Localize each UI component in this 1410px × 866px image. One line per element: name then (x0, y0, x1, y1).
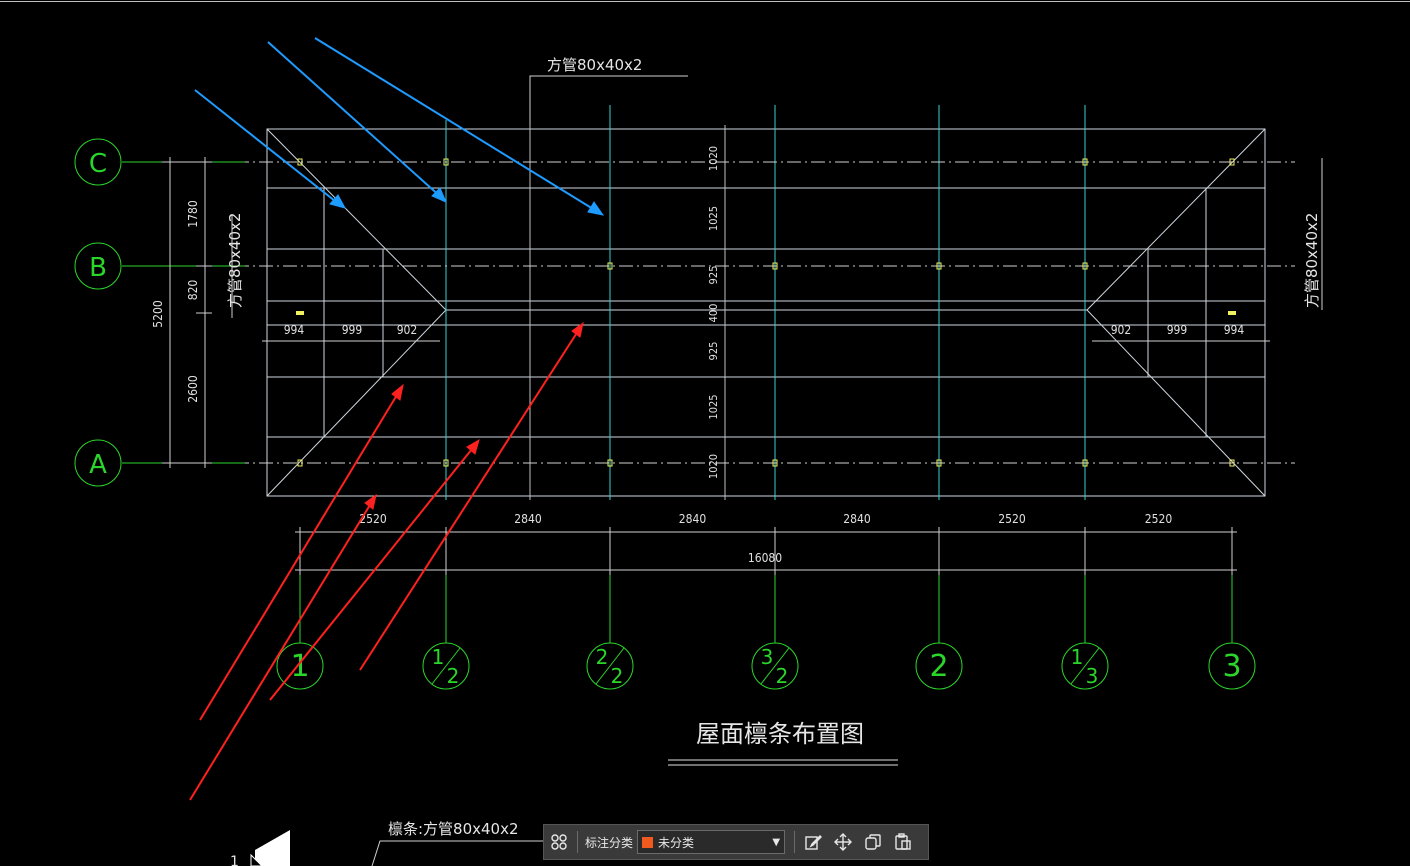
dim-bottom-5: 2520 (998, 512, 1026, 526)
dim-mid-5: 925 (707, 342, 720, 361)
cad-drawing-canvas[interactable]: C B A 1 122232 2 13 3 1780 820 2600 5200 102… (0, 0, 1410, 866)
axis-col-num-3: 2 (596, 645, 609, 669)
dim-left-820: 820 (186, 280, 200, 301)
dim-bottom-3: 2840 (679, 512, 707, 526)
callout-top-text: 方管80x40x2 (547, 56, 642, 74)
callout-bottom-leader (371, 840, 545, 866)
bottom-dimensions: 2520 2840 2840 2840 2520 2520 (299, 512, 1233, 575)
dim-hip-left-2: 999 (342, 323, 363, 337)
axis-col-num-2: 1 (432, 645, 445, 669)
dim-hip-left-1: 994 (284, 323, 305, 337)
category-label: 标注分类 (585, 835, 634, 850)
dim-bottom-4: 2840 (843, 512, 871, 526)
grid-icon[interactable] (544, 827, 574, 857)
axis-col-den-6: 3 (1086, 664, 1099, 688)
dim-hip-left-3: 902 (397, 323, 418, 337)
dim-mid-6: 1025 (707, 394, 720, 419)
axis-col-label-5: 2 (929, 649, 948, 684)
hip-marker-1 (296, 311, 304, 315)
axis-col-num-4: 3 (761, 645, 774, 669)
axis-col-num-6: 1 (1071, 645, 1084, 669)
paste-icon[interactable] (888, 827, 918, 857)
annotation-toolbar: 标注分类 未分类 ▼ (543, 824, 929, 860)
axis-col-den-3: 2 (611, 664, 624, 688)
chevron-down-icon: ▼ (772, 836, 781, 848)
dim-hip-right-1: 902 (1111, 323, 1132, 337)
callout-right-text: 方管80x40x2 (1303, 213, 1321, 308)
axis-row-c: C (89, 149, 107, 179)
section-marker-shape (255, 830, 290, 866)
roof-outline (266, 128, 1266, 497)
callout-top: 方管80x40x2 (529, 56, 688, 125)
drawing-title: 屋面檩条布置图 (696, 720, 864, 748)
axis-column-bubbles: 1 122232 2 13 3 (276, 642, 1256, 690)
axis-row-bubbles: C B A (74, 138, 122, 487)
category-color-swatch (642, 836, 654, 848)
dim-hip-right-2: 999 (1167, 323, 1188, 337)
axis-grid-lines (235, 161, 1295, 464)
dim-bottom-2: 2840 (514, 512, 542, 526)
dim-bottom-6: 2520 (1145, 512, 1173, 526)
toolbar-separator (577, 831, 578, 853)
dim-left-2600: 2600 (186, 375, 200, 403)
hip-marker-2 (1228, 311, 1236, 315)
dim-total: 16080 (748, 551, 782, 565)
axis-col-den-2: 2 (447, 664, 460, 688)
toolbar-separator (794, 831, 796, 853)
callout-left-text: 方管80x40x2 (226, 213, 244, 308)
section-marker-number: 1 (230, 854, 239, 866)
move-icon[interactable] (828, 827, 858, 857)
dim-mid-2: 1025 (707, 206, 720, 231)
category-select-value: 未分类 (658, 835, 695, 850)
annotation-arrows-red (189, 321, 584, 801)
copy-icon[interactable] (858, 827, 888, 857)
dim-left-total: 5200 (151, 300, 165, 328)
dim-mid-7: 1020 (707, 454, 720, 479)
dim-mid-1: 1020 (707, 146, 720, 171)
axis-row-b: B (89, 253, 107, 283)
axis-leader-lines (122, 161, 1233, 643)
dim-left-1780: 1780 (186, 200, 200, 228)
dim-mid-4: 400 (707, 304, 720, 323)
category-select[interactable]: 未分类 ▼ (637, 830, 786, 854)
axis-col-label-7: 3 (1222, 649, 1241, 684)
axis-row-a: A (89, 450, 107, 480)
dim-hip-right-3: 994 (1224, 323, 1245, 337)
edit-icon[interactable] (798, 827, 828, 857)
axis-col-den-4: 2 (776, 664, 789, 688)
callout-bottom-text: 檩条:方管80x40x2 (388, 820, 519, 838)
purlin-markers (296, 158, 1236, 467)
mid-vertical-dimensions: 1020 1025 925 400 925 1025 1020 (707, 146, 720, 479)
dim-mid-3: 925 (707, 266, 720, 285)
